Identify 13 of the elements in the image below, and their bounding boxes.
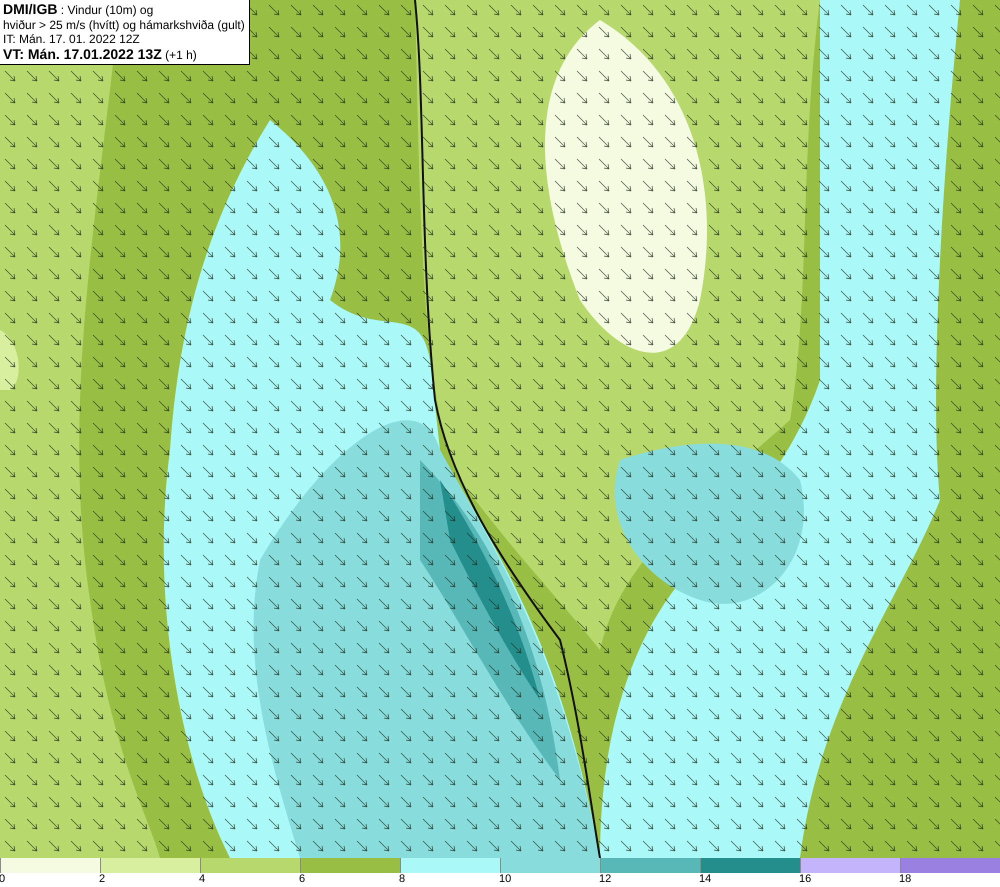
legend-label: 8 [399, 873, 406, 885]
legend-label: 4 [199, 873, 206, 885]
info-text: IT: Mán. 17. 01. 2022 12Z [3, 32, 141, 46]
legend-label: 2 [99, 873, 106, 885]
info-text: hviður > 25 m/s (hvítt) og hámarkshviða (gult) [3, 18, 245, 32]
info-text: DMI/IGB : Vindur (10m) og [3, 2, 154, 18]
legend-label: 16 [799, 873, 812, 885]
legend-label: 10 [499, 873, 512, 885]
legend-label: 12 [599, 873, 612, 885]
info-text: VT: Mán. 17.01.2022 13Z (+1 h) [3, 46, 198, 62]
legend-label: 14 [699, 873, 712, 885]
legend-label: 6 [299, 873, 306, 885]
legend-label: 18 [899, 873, 912, 885]
